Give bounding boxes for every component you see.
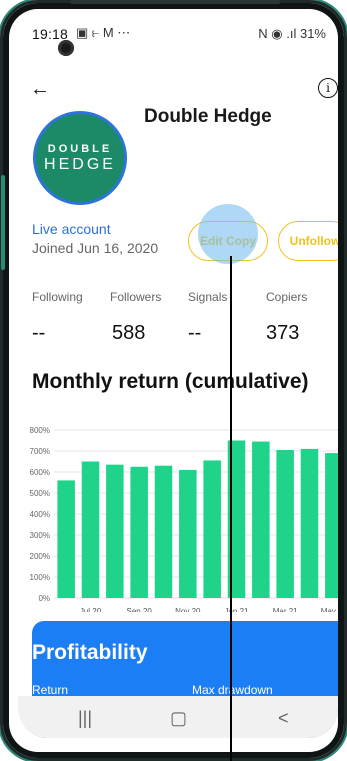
chart-bar[interactable]: [106, 464, 124, 598]
y-tick-label: 600%: [30, 468, 50, 477]
annotation-pointer-line: [230, 256, 232, 761]
y-tick-label: 100%: [30, 573, 50, 582]
y-tick-label: 500%: [30, 489, 50, 498]
status-indicators: N ◉ .ıl 31%: [258, 26, 326, 41]
account-type-link[interactable]: Live account: [32, 221, 111, 237]
y-tick-label: 700%: [30, 447, 50, 456]
chart-bar[interactable]: [276, 449, 294, 598]
notification-icons: ▣ ⥼ M ⋯: [76, 25, 131, 40]
stat-followers: Followers 588: [110, 290, 161, 345]
chart-bar[interactable]: [300, 448, 319, 598]
avatar-text-line1: DOUBLE: [47, 142, 113, 155]
phone-top-edge: [70, 0, 280, 4]
x-tick-label: May 21: [321, 607, 338, 612]
provider-name: Double Hedge: [144, 106, 272, 127]
back-button[interactable]: <: [278, 708, 289, 729]
edit-copy-button[interactable]: Edit Copy: [188, 221, 268, 261]
y-tick-label: 800%: [30, 426, 50, 435]
android-nav-bar: ||| ▢ <: [18, 696, 338, 738]
y-tick-label: 400%: [30, 510, 50, 519]
stat-value: 373: [266, 322, 300, 344]
phone-screen: 19:18 ▣ ⥼ M ⋯ N ◉ .ıl 31% ← i DOUBLE HED…: [18, 18, 338, 738]
stat-value: --: [188, 322, 202, 344]
stat-label: Followers: [110, 290, 162, 304]
joined-date: Joined Jun 16, 2020: [32, 240, 159, 256]
stat-label: Following: [32, 290, 83, 304]
recent-apps-button[interactable]: |||: [78, 708, 92, 729]
info-icon[interactable]: i: [318, 78, 338, 98]
max-drawdown-label: Max drawdown: [192, 683, 273, 697]
chart-bar[interactable]: [203, 460, 221, 598]
chart-title: Monthly return (cumulative): [32, 370, 309, 393]
profitability-title: Profitability: [32, 641, 148, 664]
stat-label: Copiers: [266, 290, 308, 304]
x-tick-label: Jan 21: [224, 607, 249, 612]
x-tick-label: Nov 20: [175, 607, 201, 612]
y-tick-label: 200%: [30, 552, 50, 561]
y-tick-label: 300%: [30, 531, 50, 540]
stat-following: Following --: [32, 290, 83, 345]
stat-label: Signals: [188, 290, 228, 304]
unfollow-button[interactable]: Unfollow: [278, 221, 338, 261]
avatar: DOUBLE HEDGE: [36, 114, 124, 202]
chart-bar[interactable]: [325, 453, 338, 598]
return-label: Return: [32, 683, 69, 697]
chart-bar[interactable]: [130, 466, 148, 598]
x-tick-label: Sep 20: [126, 607, 152, 612]
home-button[interactable]: ▢: [170, 708, 187, 729]
monthly-return-chart: 0% 100% 200% 300% 400% 500% 600% 700% 800% Jul 20…: [30, 426, 338, 612]
chart-bar[interactable]: [57, 480, 75, 598]
chart-bar[interactable]: [179, 469, 197, 598]
back-arrow-icon[interactable]: ←: [30, 78, 50, 101]
chart-bar[interactable]: [81, 461, 100, 599]
stat-value: --: [32, 322, 46, 344]
chart-bar[interactable]: [252, 441, 270, 598]
front-camera-icon: [58, 40, 74, 56]
stat-value: 588: [112, 322, 146, 344]
stat-copiers: Copiers 373: [266, 290, 307, 345]
x-tick-label: Mar 21: [273, 607, 298, 612]
avatar-text-line2: HEDGE: [44, 155, 116, 173]
stat-signals: Signals --: [188, 290, 227, 345]
y-tick-label: 0%: [38, 594, 50, 603]
phone-side-button: [1, 175, 5, 270]
x-tick-label: Jul 20: [80, 607, 102, 612]
chart-bar[interactable]: [154, 465, 173, 598]
